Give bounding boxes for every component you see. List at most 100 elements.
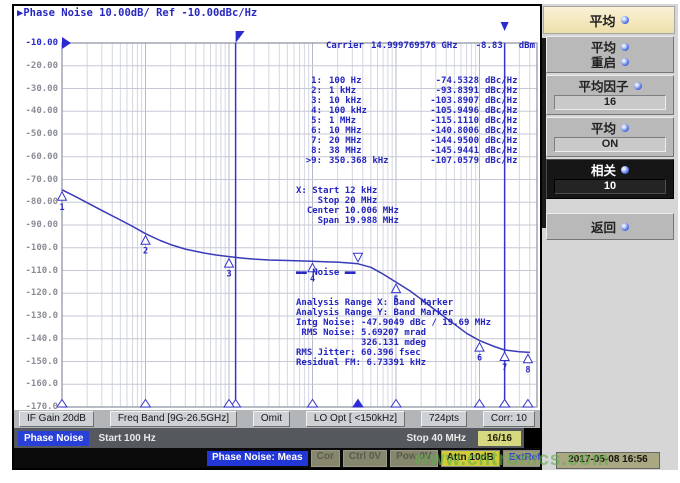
band-marker-flag-icon [235, 31, 245, 43]
y-axis-tick-label: -110.0 [25, 265, 58, 276]
noise-readout-line: 326.131 mdeg [296, 338, 427, 348]
y-axis-tick-label: -150.0 [25, 356, 58, 367]
softkey-value: 16 [554, 95, 666, 110]
band-marker-readout: X: Start 12 kHz Stop 20 MHz Center 10.00… [296, 186, 535, 226]
marker-row: 7: 20 MHz -144.9500 dBc/Hz [296, 136, 535, 146]
menu-header-average[interactable]: 平均 [543, 6, 675, 34]
softkey-value: ON [554, 137, 666, 152]
marker-row-frequency: 10 kHz [329, 96, 362, 106]
marker-row-frequency: 1 kHz [329, 86, 357, 96]
marker-triangle-icon [56, 190, 68, 201]
noise-lines: Analysis Range X: Band Marker Analysis Ra… [296, 298, 535, 368]
marker-table: 1: 100 Hz -74.5328 dBc/Hz 2: 1 kHz -93.8391 dBc… [296, 76, 535, 166]
marker-row-unit: dBc/Hz [485, 76, 518, 86]
marker-number: 3 [227, 270, 232, 280]
carrier-readout: Carrier 14.999769576 GHz -8.83 dBm [296, 41, 535, 51]
measurement-toolbar: IF Gain 20dB Freq Band [9G-26.5GHz] Omit LO… [14, 410, 540, 428]
marker-row-number: 4: [311, 106, 322, 116]
softkey-平均[interactable]: 平均 ON [546, 117, 674, 157]
softkey-返回[interactable]: 返回 [546, 213, 674, 240]
marker-row-value: -93.8391 [435, 86, 479, 96]
noise-readout-line: Intg Noise: -47.9049 dBc / 19.69 MHz [296, 318, 492, 328]
average-count-badge: 16/16 [477, 430, 521, 446]
marker-row-unit: dBc/Hz [485, 136, 518, 146]
band-readout-line: Span 19.988 MHz [296, 216, 399, 226]
noise-readout-line: Analysis Range X: Band Marker [296, 298, 454, 308]
carrier-power: -8.83 [475, 41, 503, 51]
softkey-list: 平均 重启 平均因子 16 平均 ON 相关 10 返回 [546, 36, 674, 242]
marker-row-unit: dBc/Hz [485, 156, 518, 166]
external-reference-indicator: ExtRef [502, 449, 540, 467]
marker-row-value: -105.9496 [430, 106, 479, 116]
toolbar-button-freq-band-9g-26-5ghz[interactable]: Freq Band [9G-26.5GHz] [109, 411, 237, 427]
marker-number: 2 [143, 247, 148, 257]
carrier-label: Carrier [326, 41, 364, 51]
softkey-平均因子[interactable]: 平均因子 16 [546, 75, 674, 115]
softkey-line: 重启 [547, 54, 673, 70]
marker-row-number: 5: [311, 116, 322, 126]
softkey-平均[interactable]: 平均 重启 [546, 36, 674, 73]
marker-row-frequency: 38 MHz [329, 146, 362, 156]
y-axis-tick-label: -20.00 [25, 60, 58, 71]
marker-number: 1 [60, 203, 65, 213]
marker-row-number: >9: [305, 156, 322, 166]
marker-row-unit: dBc/Hz [485, 126, 518, 136]
y-axis-tick-label: -120.0 [25, 288, 58, 299]
ctrl-voltage-indicator: Ctrl 0V [342, 449, 388, 467]
y-axis-tick-label: -50.00 [25, 129, 58, 139]
marker-row-unit: dBc/Hz [485, 96, 518, 106]
softkey-line: 返回 [547, 219, 673, 235]
carrier-power-unit: dBm [518, 41, 535, 51]
y-axis-tick-label: -10.00 [25, 38, 58, 48]
marker-row-frequency: 10 MHz [329, 126, 362, 136]
marker-row-value: -145.9441 [430, 146, 479, 156]
marker-row: 3: 10 kHz -103.8907 dBc/Hz [296, 96, 535, 106]
status-end-block [524, 428, 540, 448]
marker-row-number: 8: [311, 146, 322, 156]
y-axis-tick-label: -140.0 [25, 333, 58, 344]
readout-overlay: Carrier 14.999769576 GHz -8.83 dBm 1: 100… [296, 21, 535, 408]
marker-row-number: 1: [311, 76, 322, 86]
marker-row-unit: dBc/Hz [485, 86, 518, 96]
marker-row-frequency: 1 MHz [329, 116, 357, 126]
marker-row: 5: 1 MHz -115.1110 dBc/Hz [296, 116, 535, 126]
y-axis-tick-label: -100.0 [25, 242, 58, 253]
marker-axis-triangle-icon [56, 398, 68, 408]
y-axis-tick-label: -160.0 [25, 379, 58, 390]
band-readout-line: X: Start 12 kHz [296, 186, 378, 196]
status-bar: Phase Noise Start 100 Hz Stop 40 MHz 16/… [14, 428, 540, 448]
softkey-line: 相关 [547, 162, 673, 178]
band-readout-line: Center 10.006 MHz [296, 206, 399, 216]
knob-icon [620, 16, 629, 24]
band-readout-line: Stop 20 MHz [296, 196, 378, 206]
carrier-frequency: 14.999769576 GHz [370, 41, 458, 51]
toolbar-button-corr-10[interactable]: Corr: 10 [482, 411, 535, 427]
ref-level-arrow-icon [62, 37, 71, 49]
instrument-screen: 12345678 ▶Phase Noise 10.00dB/ Ref -10.0… [12, 4, 542, 470]
marker-row-unit: dBc/Hz [485, 106, 518, 116]
softkey-line: 平均因子 [547, 78, 673, 94]
marker-row-value: -103.8907 [430, 96, 479, 106]
knob-icon [621, 42, 629, 51]
stop-frequency-label: Stop 40 MHz [406, 432, 466, 444]
toolbar-button-724pts[interactable]: 724pts [420, 411, 467, 427]
marker-row-value: -115.1110 [430, 116, 479, 126]
toolbar-button-lo-opt-150khz[interactable]: LO Opt [ <150kHz] [305, 411, 406, 427]
knob-icon [633, 81, 642, 90]
meas-status-button[interactable]: Phase Noise: Meas [207, 450, 308, 466]
toolbar-button-if-gain-20db[interactable]: IF Gain 20dB [19, 411, 94, 427]
datetime-display: 2017-05-08 16:56 [556, 452, 660, 469]
noise-section-title: ▬▬ Noise ▬▬ [296, 268, 356, 278]
knob-icon [621, 123, 629, 132]
softkey-label: 重启 [590, 56, 616, 70]
softkey-label: 返回 [590, 221, 616, 235]
marker-row: 8: 38 MHz -145.9441 dBc/Hz [296, 146, 535, 156]
cor-indicator: Cor [310, 449, 340, 467]
power-voltage-indicator: Pow 0V [390, 449, 438, 467]
marker-row-value: -144.9500 [430, 136, 479, 146]
marker-row-value: -140.8006 [430, 126, 479, 136]
trace-title-text: Phase Noise 10.00dB/ Ref -10.00dBc/Hz [23, 7, 258, 19]
softkey-相关[interactable]: 相关 10 [546, 159, 674, 199]
toolbar-button-omit[interactable]: Omit [252, 411, 291, 427]
y-axis-tick-label: -90.00 [25, 220, 58, 230]
